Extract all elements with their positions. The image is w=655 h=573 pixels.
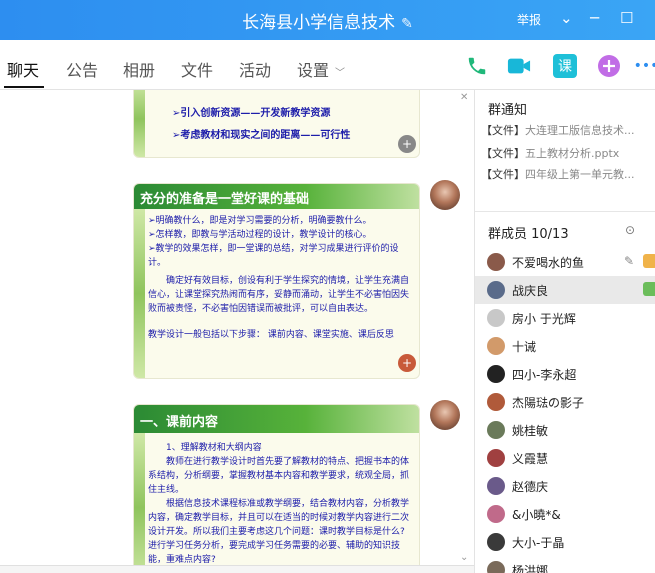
slide-text: 1、理解教材和大纲内容 教师在进行教学设计时首先要了解教材的特点、把握书本的体系… — [148, 443, 410, 565]
group-notice-title[interactable]: 群通知 — [488, 99, 527, 118]
member-name: &小曉*& — [512, 508, 561, 522]
member-name: 杨洪娜 — [512, 564, 549, 573]
add-app-icon[interactable] — [597, 54, 621, 78]
window-title: 长海县小学信息技术 ✎ — [242, 13, 413, 33]
tab-bar: 聊天 公告 相册 文件 活动 设置﹀ 课 ••• — [0, 40, 655, 90]
message-image-slide[interactable]: 一、课前内容 1、理解教材和大纲内容 教师在进行教学设计时首先要了解教材的特点、… — [133, 404, 420, 573]
course-icon[interactable]: 课 — [553, 54, 577, 78]
admin-badge-icon — [643, 282, 655, 296]
divider — [475, 211, 655, 212]
dropdown-icon[interactable]: ⌄ — [560, 9, 573, 27]
owner-badge-icon — [643, 254, 655, 268]
member-name: 大小-于晶 — [512, 536, 565, 550]
member-row[interactable]: 四小-李永超 — [475, 360, 655, 388]
slide-text: ➢明确教什么，即是对学习需要的分析，明确要教什么。 ➢怎样教，即教与学活动过程的… — [148, 216, 410, 340]
member-row[interactable]: 战庆良 — [475, 276, 655, 304]
phone-icon[interactable] — [465, 54, 489, 78]
member-name: 杰陽琺の影子 — [512, 396, 585, 410]
slide-text: ➢引入创新资源——开发新教学资源 ➢考虑教材和现实之间的距离——可行性 — [172, 108, 351, 141]
notice-item[interactable]: 【文件】大连理工版信息技术... — [481, 122, 635, 138]
edit-icon[interactable]: ✎ — [624, 254, 634, 268]
slide-heading: 充分的准备是一堂好课的基础 — [134, 184, 419, 209]
member-name: 义霞慧 — [512, 452, 549, 466]
member-row[interactable]: 房小 于光辉 — [475, 304, 655, 332]
avatar[interactable] — [430, 400, 460, 430]
member-row[interactable]: 义霞慧 — [475, 444, 655, 472]
member-row[interactable]: &小曉*& — [475, 500, 655, 528]
edit-icon[interactable]: ✎ — [401, 16, 413, 32]
more-icon[interactable]: ••• — [634, 54, 655, 78]
member-avatar — [487, 393, 505, 411]
member-name: 不爱喝水的鱼 — [512, 256, 585, 270]
member-avatar — [487, 421, 505, 439]
search-members-icon[interactable]: ⊙ — [625, 223, 635, 237]
zoom-icon[interactable]: + — [398, 354, 416, 372]
member-name: 姚桂敏 — [512, 424, 549, 438]
member-name: 十诫 — [512, 340, 537, 354]
tab-active-underline — [4, 86, 44, 88]
tab-files[interactable]: 文件 — [181, 57, 213, 81]
tab-chat[interactable]: 聊天 — [7, 57, 39, 81]
scroll-up-icon[interactable]: ✕ — [460, 92, 468, 103]
member-name: 战庆良 — [512, 284, 549, 298]
chevron-down-icon: ﹀ — [335, 68, 346, 79]
member-avatar — [487, 561, 505, 573]
member-row[interactable]: 赵德庆 — [475, 472, 655, 500]
tab-announcement[interactable]: 公告 — [66, 57, 98, 81]
member-avatar — [487, 505, 505, 523]
tab-album[interactable]: 相册 — [123, 57, 155, 81]
scroll-down-icon[interactable]: ⌄ — [460, 552, 468, 563]
member-avatar — [487, 281, 505, 299]
member-avatar — [487, 309, 505, 327]
report-link[interactable]: 举报 — [517, 11, 541, 28]
member-name: 赵德庆 — [512, 480, 549, 494]
tab-activity[interactable]: 活动 — [239, 57, 271, 81]
slide-heading: 一、课前内容 — [134, 405, 419, 433]
member-row[interactable]: 杰陽琺の影子 — [475, 388, 655, 416]
title-bar: 长海县小学信息技术 ✎ 举报 ⌄ ─ ☐ — [0, 0, 655, 40]
member-name: 房小 于光辉 — [512, 312, 576, 326]
message-image-slide[interactable]: ➢引入创新资源——开发新教学资源 ➢考虑教材和现实之间的距离——可行性 + — [133, 90, 420, 158]
members-title: 群成员 10/13 — [488, 227, 569, 242]
maximize-icon[interactable]: ☐ — [620, 9, 633, 27]
member-avatar — [487, 449, 505, 467]
zoom-icon[interactable]: + — [398, 135, 416, 153]
member-row[interactable]: 杨洪娜 — [475, 556, 655, 573]
member-avatar — [487, 533, 505, 551]
member-row[interactable]: 大小-于晶 — [475, 528, 655, 556]
member-row[interactable]: 十诫 — [475, 332, 655, 360]
member-row[interactable]: 不爱喝水的鱼 ✎ — [475, 248, 655, 276]
notice-item[interactable]: 【文件】五上教材分析.pptx — [481, 145, 619, 161]
input-area-edge[interactable] — [0, 565, 474, 573]
member-row[interactable]: 姚桂敏 — [475, 416, 655, 444]
message-image-slide[interactable]: 充分的准备是一堂好课的基础 ➢明确教什么，即是对学习需要的分析，明确要教什么。 … — [133, 183, 420, 379]
member-avatar — [487, 365, 505, 383]
member-name: 四小-李永超 — [512, 368, 577, 382]
minimize-icon[interactable]: ─ — [590, 9, 599, 27]
member-avatar — [487, 337, 505, 355]
avatar[interactable] — [430, 180, 460, 210]
chat-area[interactable]: ✕ ➢引入创新资源——开发新教学资源 ➢考虑教材和现实之间的距离——可行性 + … — [0, 90, 474, 573]
member-avatar — [487, 253, 505, 271]
right-panel: 群通知 【文件】大连理工版信息技术... 【文件】五上教材分析.pptx 【文件… — [474, 90, 655, 573]
member-avatar — [487, 477, 505, 495]
tab-settings[interactable]: 设置 ﹀ — [297, 57, 345, 81]
video-icon[interactable] — [507, 54, 531, 78]
notice-item[interactable]: 【文件】四年级上第一单元教... — [481, 166, 635, 182]
